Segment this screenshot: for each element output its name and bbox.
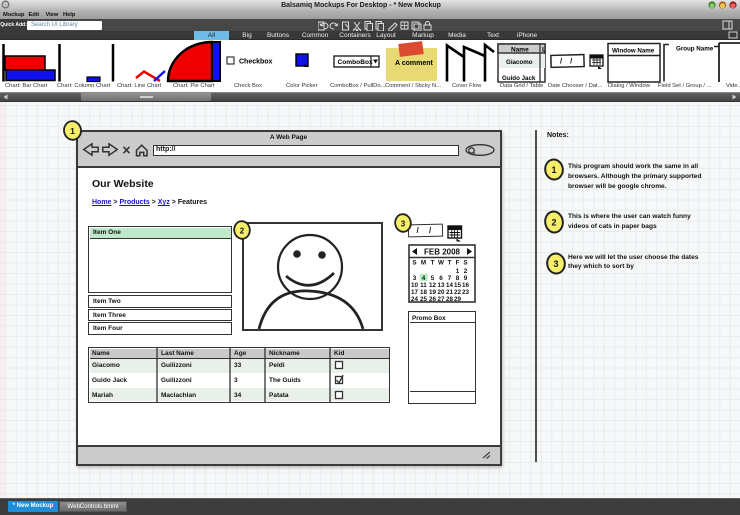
svg-text:10: 10	[411, 282, 419, 289]
svg-text:ComboBox: ComboBox	[338, 59, 373, 66]
svg-text:Guido Jack: Guido Jack	[502, 75, 536, 82]
svg-text:F: F	[456, 260, 460, 267]
svg-text:1: 1	[551, 165, 556, 175]
svg-text:23: 23	[462, 289, 470, 296]
svg-text:Name: Name	[511, 47, 529, 54]
svg-text:16: 16	[462, 282, 470, 289]
svg-text:19: 19	[429, 289, 437, 296]
svg-text:S: S	[412, 260, 416, 267]
svg-text:9: 9	[464, 275, 468, 282]
svg-text:29: 29	[454, 296, 462, 303]
svg-text:L: L	[542, 47, 546, 54]
svg-text:/ /: / /	[560, 57, 575, 66]
svg-text:4: 4	[422, 275, 426, 282]
svg-text:12: 12	[429, 282, 437, 289]
svg-text:5: 5	[431, 275, 435, 282]
svg-text:14: 14	[446, 282, 454, 289]
svg-text:18: 18	[420, 289, 428, 296]
svg-text:3: 3	[413, 275, 417, 282]
svg-text:2: 2	[464, 268, 468, 275]
svg-text:13: 13	[437, 282, 445, 289]
svg-text:Group Name: Group Name	[676, 46, 714, 53]
svg-text:6: 6	[439, 275, 443, 282]
svg-text:8: 8	[456, 275, 460, 282]
svg-text:11: 11	[420, 282, 427, 289]
svg-text:A comment: A comment	[395, 60, 434, 67]
svg-text:25: 25	[420, 296, 428, 303]
svg-text:15: 15	[454, 282, 462, 289]
svg-text:Window Name: Window Name	[612, 48, 655, 55]
svg-text:7: 7	[448, 275, 452, 282]
svg-text:20: 20	[437, 289, 445, 296]
svg-text:Giacomo: Giacomo	[506, 59, 533, 66]
svg-text:17: 17	[411, 289, 419, 296]
svg-text:22: 22	[454, 289, 462, 296]
svg-text:S: S	[463, 260, 467, 267]
svg-text:2: 2	[551, 218, 556, 228]
svg-text:21: 21	[446, 289, 454, 296]
svg-text:Checkbox: Checkbox	[239, 59, 273, 66]
svg-text:1: 1	[456, 268, 460, 275]
svg-text:3: 3	[553, 259, 558, 269]
svg-text:27: 27	[437, 296, 445, 303]
svg-text:28: 28	[446, 296, 454, 303]
svg-text:2: 2	[240, 226, 245, 235]
svg-text:3: 3	[401, 219, 406, 228]
svg-text:M: M	[421, 260, 426, 267]
svg-text:24: 24	[411, 296, 419, 303]
svg-text:T: T	[448, 260, 452, 267]
svg-text:FEB 2008: FEB 2008	[424, 248, 461, 257]
svg-text:W: W	[438, 260, 444, 267]
svg-text:T: T	[431, 260, 435, 267]
svg-text:1: 1	[70, 126, 75, 136]
svg-text:26: 26	[429, 296, 437, 303]
